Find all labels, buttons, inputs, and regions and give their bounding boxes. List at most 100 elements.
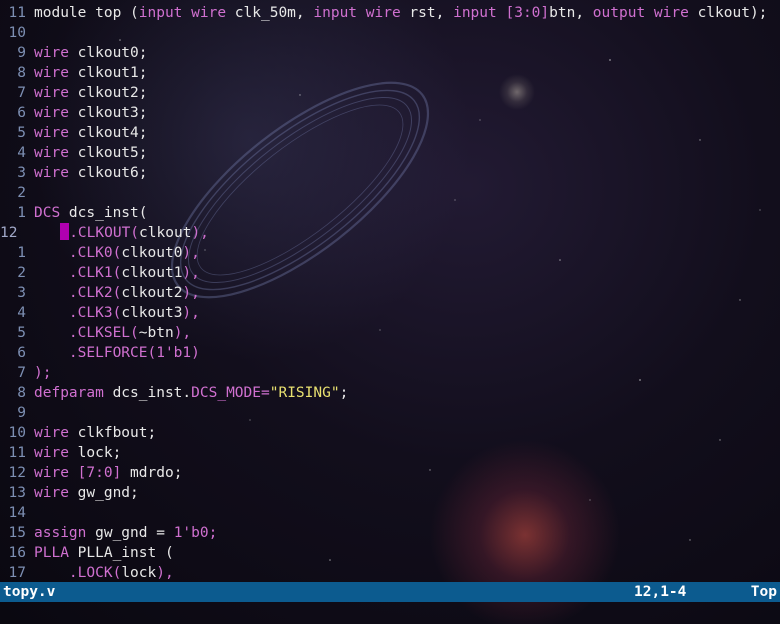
code-line[interactable]: 1 DCS dcs_inst(	[0, 203, 780, 223]
code-line[interactable]: 3 wire clkout6;	[0, 163, 780, 183]
line-code: wire clkfbout;	[34, 423, 156, 443]
keyword-token: .LOCK(	[68, 565, 122, 581]
code-line[interactable]: 11 module top (input wire clk_50m, input …	[0, 3, 780, 23]
keyword-token: ),	[156, 565, 174, 581]
keyword-token: .CLK0(	[68, 245, 122, 261]
line-number: 3	[17, 285, 26, 301]
line-number: 12	[8, 465, 26, 481]
code-line[interactable]: 9 wire clkout0;	[0, 43, 780, 63]
code-token: PLLA_inst (	[68, 545, 174, 561]
editor-buffer[interactable]: 11 module top (input wire clk_50m, input …	[0, 3, 780, 581]
status-filename: topy.v	[3, 584, 56, 600]
line-code: wire lock;	[34, 443, 121, 463]
keyword-token: output	[592, 5, 646, 21]
line-number: 8	[17, 385, 26, 401]
code-line[interactable]: 7 wire clkout2;	[0, 83, 780, 103]
keyword-token: 1'b0;	[173, 525, 218, 541]
code-line[interactable]: 4 .CLK3(clkout3),	[0, 303, 780, 323]
code-token: clkfbout;	[68, 425, 157, 441]
line-code: PLLA PLLA_inst (	[34, 543, 174, 563]
code-line[interactable]: 2 .CLK1(clkout1),	[0, 263, 780, 283]
line-code: wire clkout2;	[34, 83, 148, 103]
keyword-token: wire	[34, 85, 69, 101]
code-token: clkout3	[121, 305, 183, 321]
code-token: clkout	[139, 225, 192, 241]
line-code: .CLK3(clkout3),	[34, 303, 200, 323]
keyword-token: [7:0]	[68, 465, 122, 481]
code-line[interactable]: 7);	[0, 363, 780, 383]
code-line[interactable]: 8 wire clkout1;	[0, 63, 780, 83]
code-token: clkout);	[688, 5, 768, 21]
line-number: 11	[8, 445, 26, 461]
status-line: topy.v 12,1-4 Top	[0, 582, 780, 602]
code-line[interactable]: 15 assign gw_gnd = 1'b0;	[0, 523, 780, 543]
keyword-token: wire	[34, 425, 69, 441]
line-code: wire clkout6;	[34, 163, 148, 183]
code-token: dcs_inst(	[60, 205, 148, 221]
code-line[interactable]: 17 .LOCK(lock),	[0, 563, 780, 581]
code-token: gw_gnd =	[86, 525, 174, 541]
line-code: .CLKSEL(~btn),	[34, 323, 191, 343]
code-line[interactable]: 6 wire clkout3;	[0, 103, 780, 123]
keyword-token: wire	[34, 485, 69, 501]
line-code: module top (input wire clk_50m, input wi…	[34, 3, 767, 23]
code-line[interactable]: 16 PLLA PLLA_inst (	[0, 543, 780, 563]
code-line[interactable]: 5 .CLKSEL(~btn),	[0, 323, 780, 343]
line-number: 1	[17, 205, 26, 221]
command-line[interactable]	[0, 602, 780, 624]
code-line[interactable]: 2	[0, 183, 780, 203]
keyword-token: wire	[34, 65, 69, 81]
code-token: mdrdo;	[121, 465, 183, 481]
code-token: clk_50m,	[226, 5, 314, 21]
text-cursor	[60, 223, 70, 240]
keyword-token: .CLKSEL(	[68, 325, 139, 341]
line-number: 3	[17, 165, 26, 181]
code-token: rst,	[400, 5, 454, 21]
status-cursor-position: 12,1-4	[634, 584, 687, 600]
keyword-token: defparam	[34, 385, 104, 401]
code-line[interactable]: 11 wire lock;	[0, 443, 780, 463]
line-number: 4	[17, 145, 26, 161]
line-code: .LOCK(lock),	[34, 563, 174, 581]
keyword-token: ),	[173, 325, 192, 341]
code-line[interactable]: 13 wire gw_gnd;	[0, 483, 780, 503]
code-line[interactable]: 4 wire clkout5;	[0, 143, 780, 163]
code-line[interactable]: 10	[0, 23, 780, 43]
code-line[interactable]: 12 wire [7:0] mdrdo;	[0, 463, 780, 483]
keyword-token: wire	[191, 5, 227, 21]
code-line[interactable]: 9	[0, 403, 780, 423]
keyword-token: .CLK1(	[68, 265, 122, 281]
code-line[interactable]: 8 defparam dcs_inst.DCS_MODE="RISING";	[0, 383, 780, 403]
line-code: .SELFORCE(1'b1)	[34, 343, 200, 363]
code-line[interactable]: 14	[0, 503, 780, 523]
line-code: wire [7:0] mdrdo;	[34, 463, 182, 483]
line-code: wire clkout5;	[34, 143, 148, 163]
line-number: 15	[8, 525, 26, 541]
line-number: 11	[8, 5, 26, 21]
keyword-token: wire	[34, 125, 69, 141]
keyword-token: ),	[182, 265, 200, 281]
line-code: .CLKOUT(clkout),	[34, 223, 209, 243]
code-line[interactable]: 10 wire clkfbout;	[0, 423, 780, 443]
code-token: clkout2	[121, 285, 183, 301]
code-line[interactable]: 3 .CLK2(clkout2),	[0, 283, 780, 303]
code-line[interactable]: 5 wire clkout4;	[0, 123, 780, 143]
line-number: 14	[8, 505, 26, 521]
line-code: );	[34, 363, 51, 383]
code-line[interactable]: 1 .CLK0(clkout0),	[0, 243, 780, 263]
keyword-token: wire	[34, 465, 69, 481]
line-number: 8	[17, 65, 26, 81]
line-number: 7	[17, 85, 26, 101]
code-token: gw_gnd;	[68, 485, 139, 501]
line-number: 4	[17, 305, 26, 321]
code-token: clkout0	[121, 245, 183, 261]
code-token: lock;	[68, 445, 122, 461]
code-token: clkout1	[121, 265, 183, 281]
string-token: "RISING"	[269, 385, 340, 401]
code-line[interactable]: 6 .SELFORCE(1'b1)	[0, 343, 780, 363]
code-line[interactable]: 12 .CLKOUT(clkout),	[0, 223, 780, 243]
